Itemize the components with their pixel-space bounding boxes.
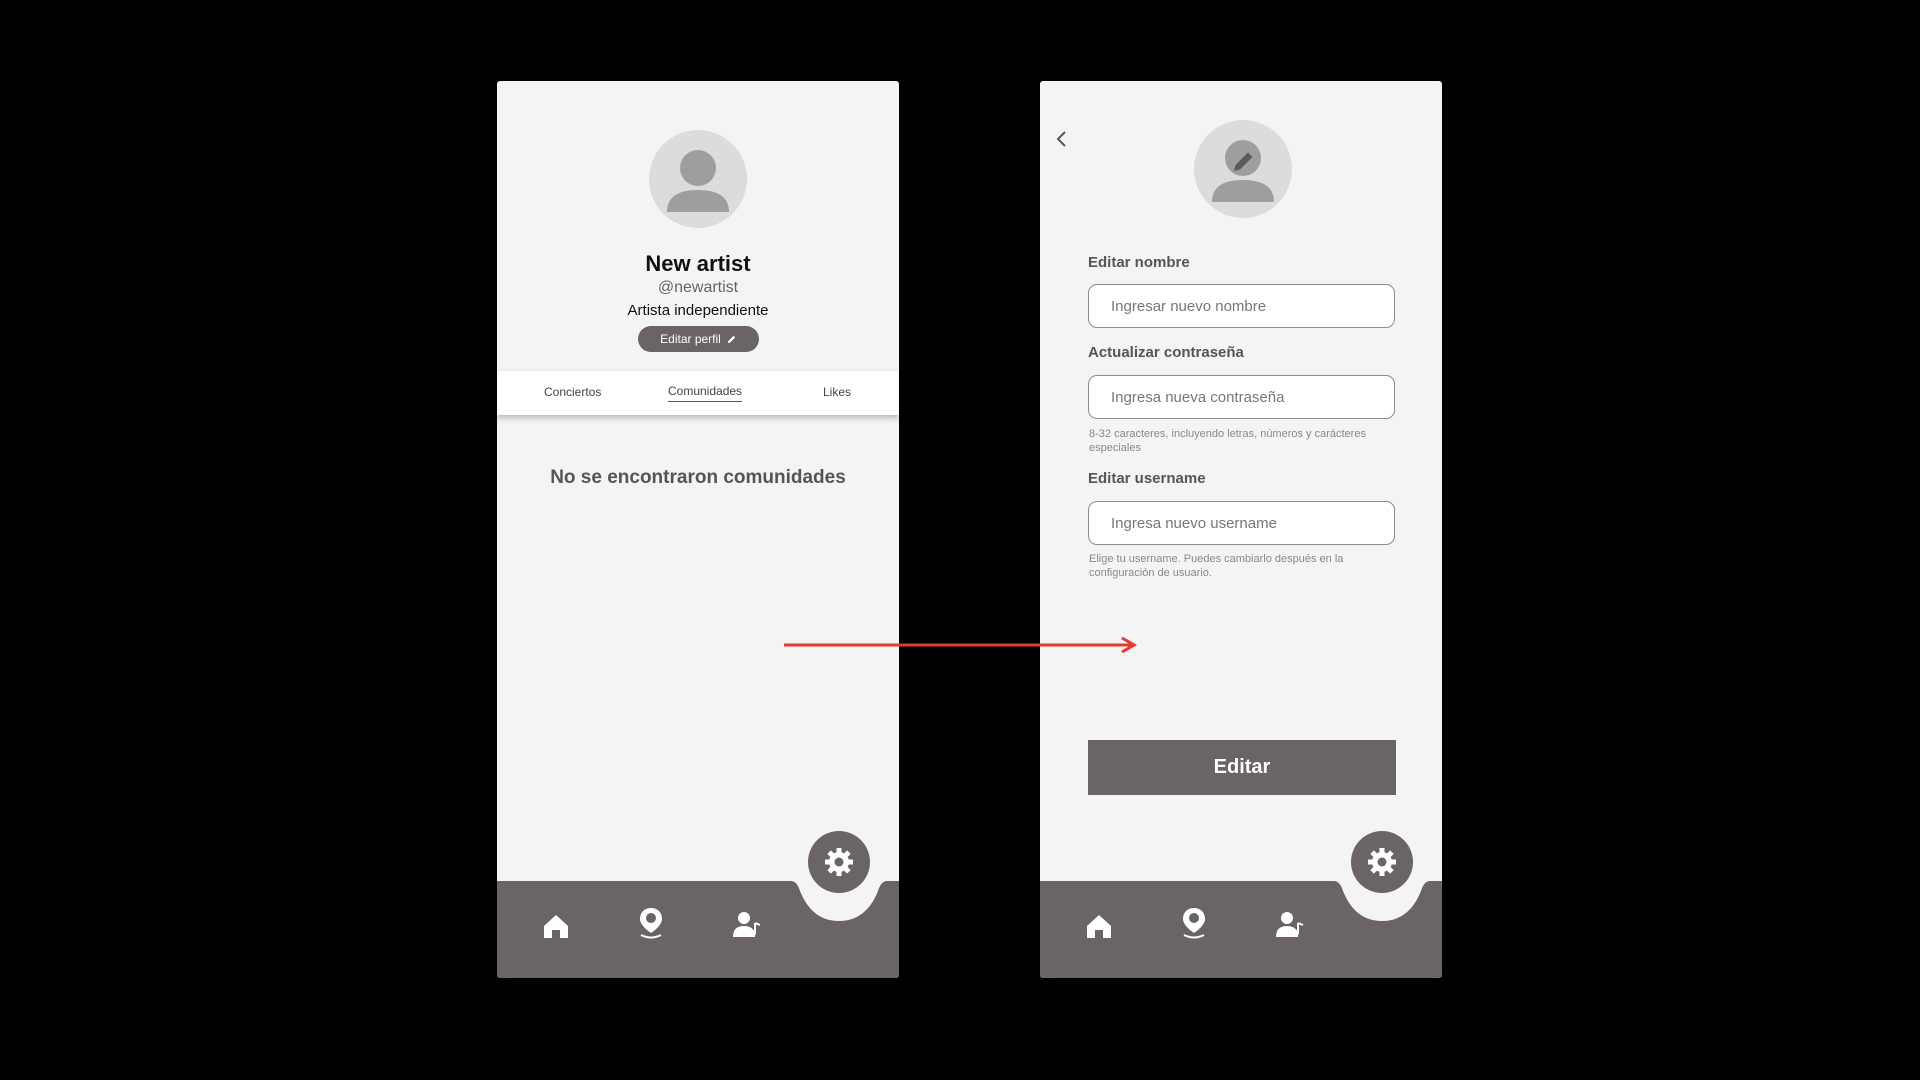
home-icon[interactable]	[1082, 909, 1116, 943]
user-silhouette-icon	[667, 150, 729, 212]
user-edit-icon	[1212, 140, 1274, 202]
tab-conciertos[interactable]: Conciertos	[544, 385, 601, 402]
artist-profile-icon[interactable]	[1273, 907, 1307, 941]
gear-icon	[825, 848, 853, 876]
avatar-edit[interactable]	[1194, 120, 1292, 218]
location-pin-icon[interactable]	[1177, 905, 1211, 939]
name-label: Editar nombre	[1088, 254, 1190, 271]
password-input[interactable]	[1088, 375, 1395, 419]
password-label: Actualizar contraseña	[1088, 344, 1244, 361]
profile-handle: @newartist	[657, 279, 739, 296]
profile-screen: New artist @newartist Artista independie…	[497, 81, 899, 978]
profile-tabs: Conciertos Comunidades Likes	[497, 371, 899, 415]
empty-state-message: No se encontraron comunidades	[550, 467, 846, 488]
home-icon[interactable]	[539, 909, 573, 943]
flow-arrow	[784, 636, 1137, 654]
settings-fab[interactable]	[1351, 831, 1413, 893]
edit-profile-screen: Editar nombre Actualizar contraseña 8-32…	[1040, 81, 1442, 978]
tab-comunidades[interactable]: Comunidades	[668, 384, 743, 402]
location-pin-icon[interactable]	[634, 905, 668, 939]
gear-icon	[1368, 848, 1396, 876]
artist-profile-icon[interactable]	[730, 907, 764, 941]
profile-role: Artista independiente	[627, 302, 769, 319]
settings-fab[interactable]	[808, 831, 870, 893]
edit-profile-label: Editar perfil	[660, 332, 721, 346]
tab-likes[interactable]: Likes	[823, 385, 851, 402]
username-hint: Elige tu username. Puedes cambiarlo desp…	[1089, 553, 1344, 579]
pencil-icon	[727, 335, 736, 343]
bottom-nav	[497, 831, 899, 978]
avatar	[649, 130, 747, 228]
bottom-nav-edit	[1040, 831, 1442, 978]
back-arrow-icon[interactable]	[1052, 127, 1072, 151]
username-label: Editar username	[1088, 470, 1206, 487]
password-hint: 8-32 caracteres, incluyendo letras, núme…	[1089, 428, 1366, 454]
name-input[interactable]	[1088, 284, 1395, 328]
username-input[interactable]	[1088, 501, 1395, 545]
edit-submit-button[interactable]: Editar	[1088, 740, 1396, 795]
profile-name: New artist	[645, 251, 751, 276]
edit-profile-button[interactable]: Editar perfil	[638, 326, 759, 352]
